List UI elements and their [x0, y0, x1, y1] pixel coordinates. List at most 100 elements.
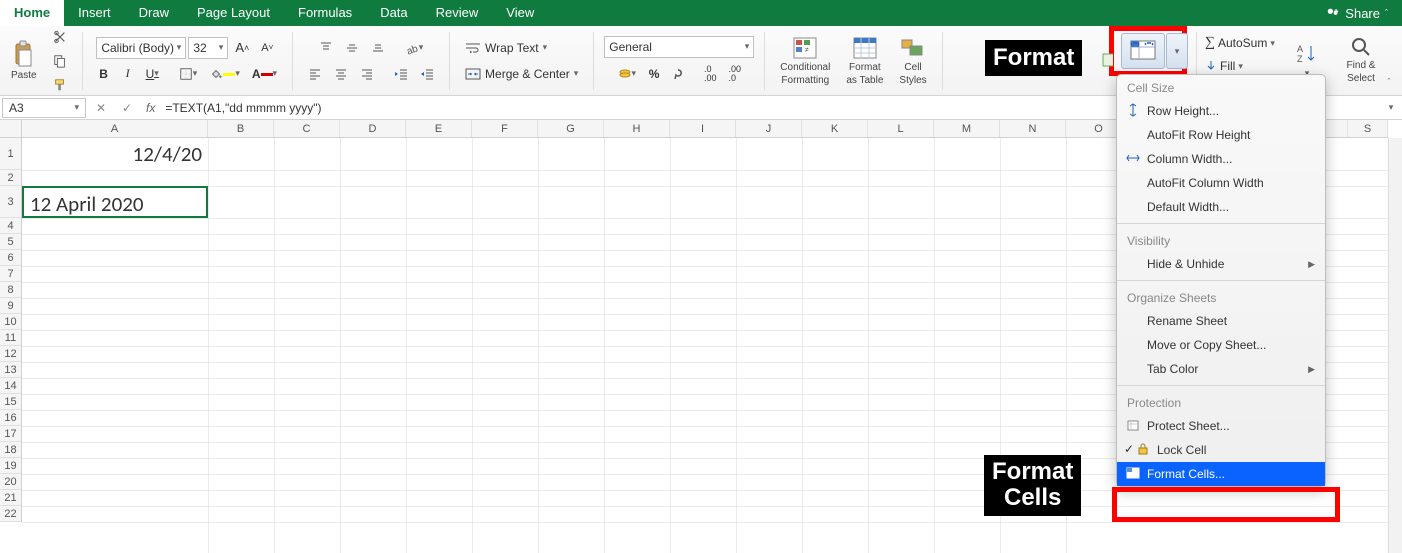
tab-draw[interactable]: Draw	[125, 0, 183, 26]
align-middle-button[interactable]	[340, 37, 364, 59]
fill-color-button[interactable]: ▾	[204, 63, 245, 85]
menu-rename-sheet[interactable]: Rename Sheet	[1117, 309, 1325, 333]
name-box[interactable]: A3▾	[2, 98, 86, 118]
row-header-1[interactable]: 1	[0, 138, 21, 170]
align-left-button[interactable]	[303, 63, 327, 85]
comma-style-button[interactable]	[667, 63, 689, 85]
col-header-b[interactable]: B	[208, 120, 274, 137]
decrease-indent-button[interactable]	[389, 63, 413, 85]
row-header-6[interactable]: 6	[0, 250, 21, 266]
row-header-9[interactable]: 9	[0, 298, 21, 314]
col-header-d[interactable]: D	[340, 120, 406, 137]
align-center-button[interactable]	[329, 63, 353, 85]
row-header-19[interactable]: 19	[0, 458, 21, 474]
col-header-i[interactable]: I	[670, 120, 736, 137]
number-format-combo[interactable]: General▾	[604, 36, 754, 58]
borders-button[interactable]: ▾	[174, 63, 203, 85]
menu-move-copy-sheet[interactable]: Move or Copy Sheet...	[1117, 333, 1325, 357]
paste-button[interactable]: Paste	[6, 33, 42, 89]
row-header-7[interactable]: 7	[0, 266, 21, 282]
select-all-corner[interactable]	[0, 120, 22, 138]
row-header-8[interactable]: 8	[0, 282, 21, 298]
grow-font-button[interactable]: A˄	[230, 37, 254, 59]
font-name-combo[interactable]: Calibri (Body)▾	[96, 37, 186, 59]
row-header-14[interactable]: 14	[0, 378, 21, 394]
ribbon-collapse-button[interactable]: ˆ	[1378, 71, 1400, 93]
tab-home[interactable]: Home	[0, 0, 64, 26]
col-header-e[interactable]: E	[406, 120, 472, 137]
row-header-10[interactable]: 10	[0, 314, 21, 330]
merge-center-button[interactable]: Merge & Center▾	[460, 63, 583, 85]
bold-button[interactable]: B	[93, 63, 115, 85]
format-cells-dropdown-button[interactable]	[1121, 33, 1165, 69]
col-header-s[interactable]: S	[1348, 120, 1388, 137]
row-header-13[interactable]: 13	[0, 362, 21, 378]
insert-cells-button[interactable]	[1096, 46, 1118, 74]
menu-default-width[interactable]: Default Width...	[1117, 195, 1325, 219]
tab-page-layout[interactable]: Page Layout	[183, 0, 284, 26]
expand-formula-bar[interactable]: ▾	[1380, 97, 1402, 119]
italic-button[interactable]: I	[117, 63, 139, 85]
align-top-button[interactable]	[314, 37, 338, 59]
vertical-scrollbar[interactable]	[1388, 138, 1402, 553]
wrap-text-button[interactable]: Wrap Text▾	[460, 37, 552, 59]
cell-a3-selected[interactable]: 12 April 2020	[22, 186, 208, 218]
format-painter-button[interactable]	[48, 74, 72, 96]
font-size-combo[interactable]: 32▾	[188, 37, 228, 59]
col-header-a[interactable]: A	[22, 120, 208, 137]
cell-a1[interactable]: 12/4/20	[22, 138, 208, 170]
orientation-button[interactable]: ab▾	[400, 37, 429, 59]
col-header-n[interactable]: N	[1000, 120, 1066, 137]
autosum-button[interactable]: ∑ AutoSum▾	[1200, 32, 1280, 54]
row-header-21[interactable]: 21	[0, 490, 21, 506]
accounting-format-button[interactable]: ▾	[613, 63, 642, 85]
format-dropdown-caret[interactable]: ▾	[1166, 33, 1188, 69]
cell-styles-button[interactable]: Cell Styles	[894, 31, 931, 91]
row-header-22[interactable]: 22	[0, 506, 21, 522]
align-right-button[interactable]	[355, 63, 379, 85]
menu-protect-sheet[interactable]: Protect Sheet...	[1117, 414, 1325, 438]
tab-formulas[interactable]: Formulas	[284, 0, 366, 26]
menu-autofit-row[interactable]: AutoFit Row Height	[1117, 123, 1325, 147]
row-header-18[interactable]: 18	[0, 442, 21, 458]
cut-button[interactable]	[48, 26, 72, 48]
decrease-decimal-button[interactable]: .00.0	[724, 62, 747, 86]
share-button[interactable]: Share ˆ	[1312, 0, 1402, 26]
menu-column-width[interactable]: Column Width...	[1117, 147, 1325, 171]
col-header-k[interactable]: K	[802, 120, 868, 137]
col-header-f[interactable]: F	[472, 120, 538, 137]
underline-button[interactable]: U▾	[141, 63, 164, 85]
row-header-4[interactable]: 4	[0, 218, 21, 234]
menu-format-cells[interactable]: Format Cells...	[1117, 462, 1325, 486]
format-as-table-button[interactable]: Format as Table	[841, 31, 888, 91]
tab-review[interactable]: Review	[422, 0, 493, 26]
shrink-font-button[interactable]: A˅	[256, 37, 278, 59]
increase-decimal-button[interactable]: .0.00	[699, 62, 722, 86]
menu-hide-unhide[interactable]: Hide & Unhide▶	[1117, 252, 1325, 276]
row-header-12[interactable]: 12	[0, 346, 21, 362]
row-header-16[interactable]: 16	[0, 410, 21, 426]
cancel-formula-button[interactable]: ✕	[90, 97, 112, 119]
font-color-button[interactable]: A▾	[247, 63, 282, 85]
col-header-g[interactable]: G	[538, 120, 604, 137]
col-header-l[interactable]: L	[868, 120, 934, 137]
tab-view[interactable]: View	[492, 0, 548, 26]
tab-data[interactable]: Data	[366, 0, 421, 26]
menu-lock-cell[interactable]: ✓ Lock Cell	[1117, 438, 1325, 462]
row-header-11[interactable]: 11	[0, 330, 21, 346]
row-header-20[interactable]: 20	[0, 474, 21, 490]
row-header-2[interactable]: 2	[0, 170, 21, 186]
row-header-17[interactable]: 17	[0, 426, 21, 442]
align-bottom-button[interactable]	[366, 37, 390, 59]
row-headers[interactable]: 1 2 3 4 5 6 7 8 9 10 11 12 13 14 15 16 1…	[0, 138, 22, 522]
col-header-c[interactable]: C	[274, 120, 340, 137]
row-header-3[interactable]: 3	[0, 186, 21, 218]
row-header-15[interactable]: 15	[0, 394, 21, 410]
row-header-5[interactable]: 5	[0, 234, 21, 250]
percent-button[interactable]: %	[643, 63, 665, 85]
increase-indent-button[interactable]	[415, 63, 439, 85]
menu-tab-color[interactable]: Tab Color▶	[1117, 357, 1325, 381]
col-header-m[interactable]: M	[934, 120, 1000, 137]
col-header-j[interactable]: J	[736, 120, 802, 137]
menu-autofit-col[interactable]: AutoFit Column Width	[1117, 171, 1325, 195]
